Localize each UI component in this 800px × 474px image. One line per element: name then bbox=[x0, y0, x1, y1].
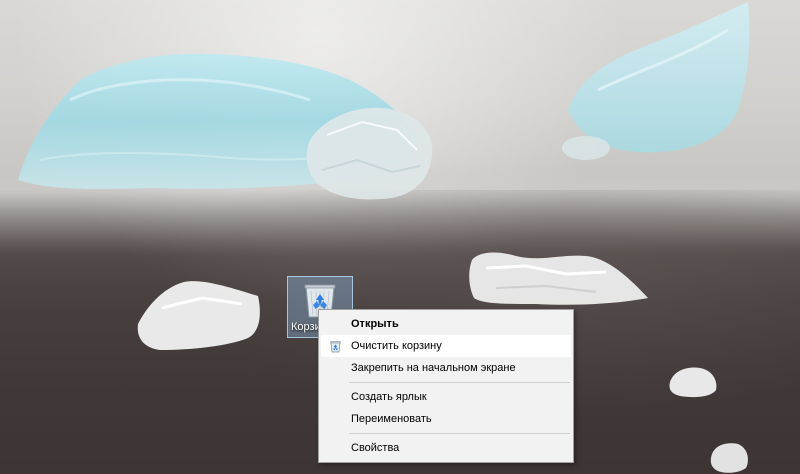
menu-separator bbox=[349, 433, 570, 434]
menu-item-empty-recycle-bin[interactable]: Очистить корзину bbox=[321, 335, 571, 357]
ice-chunk-left bbox=[137, 281, 260, 350]
small-ice-chunk-1 bbox=[669, 367, 717, 398]
menu-item-create-shortcut-label: Создать ярлык bbox=[351, 391, 427, 403]
desktop-background[interactable]: Корзина Открыть Очистить корзину Закрепи… bbox=[0, 0, 800, 474]
menu-item-create-shortcut[interactable]: Создать ярлык bbox=[321, 386, 571, 408]
menu-item-pin-to-start-label: Закрепить на начальном экране bbox=[351, 362, 516, 374]
menu-item-open-label: Открыть bbox=[351, 318, 399, 330]
small-ice-chunk-2 bbox=[710, 443, 748, 473]
context-menu: Открыть Очистить корзину Закрепить на на… bbox=[318, 309, 574, 463]
menu-item-rename-label: Переименовать bbox=[351, 413, 432, 425]
iceberg-right bbox=[562, 2, 750, 160]
menu-separator bbox=[349, 382, 570, 383]
menu-item-properties-label: Свойства bbox=[351, 442, 400, 454]
ice-chunk-right bbox=[469, 252, 648, 305]
recycle-bin-small-icon bbox=[330, 341, 341, 353]
menu-item-properties[interactable]: Свойства bbox=[321, 437, 571, 459]
menu-item-empty-recycle-bin-label: Очистить корзину bbox=[351, 340, 442, 352]
menu-item-pin-to-start[interactable]: Закрепить на начальном экране bbox=[321, 357, 571, 379]
menu-item-rename[interactable]: Переименовать bbox=[321, 408, 571, 430]
menu-item-open[interactable]: Открыть bbox=[321, 313, 571, 335]
clear-ice-chunk-center bbox=[306, 107, 433, 200]
